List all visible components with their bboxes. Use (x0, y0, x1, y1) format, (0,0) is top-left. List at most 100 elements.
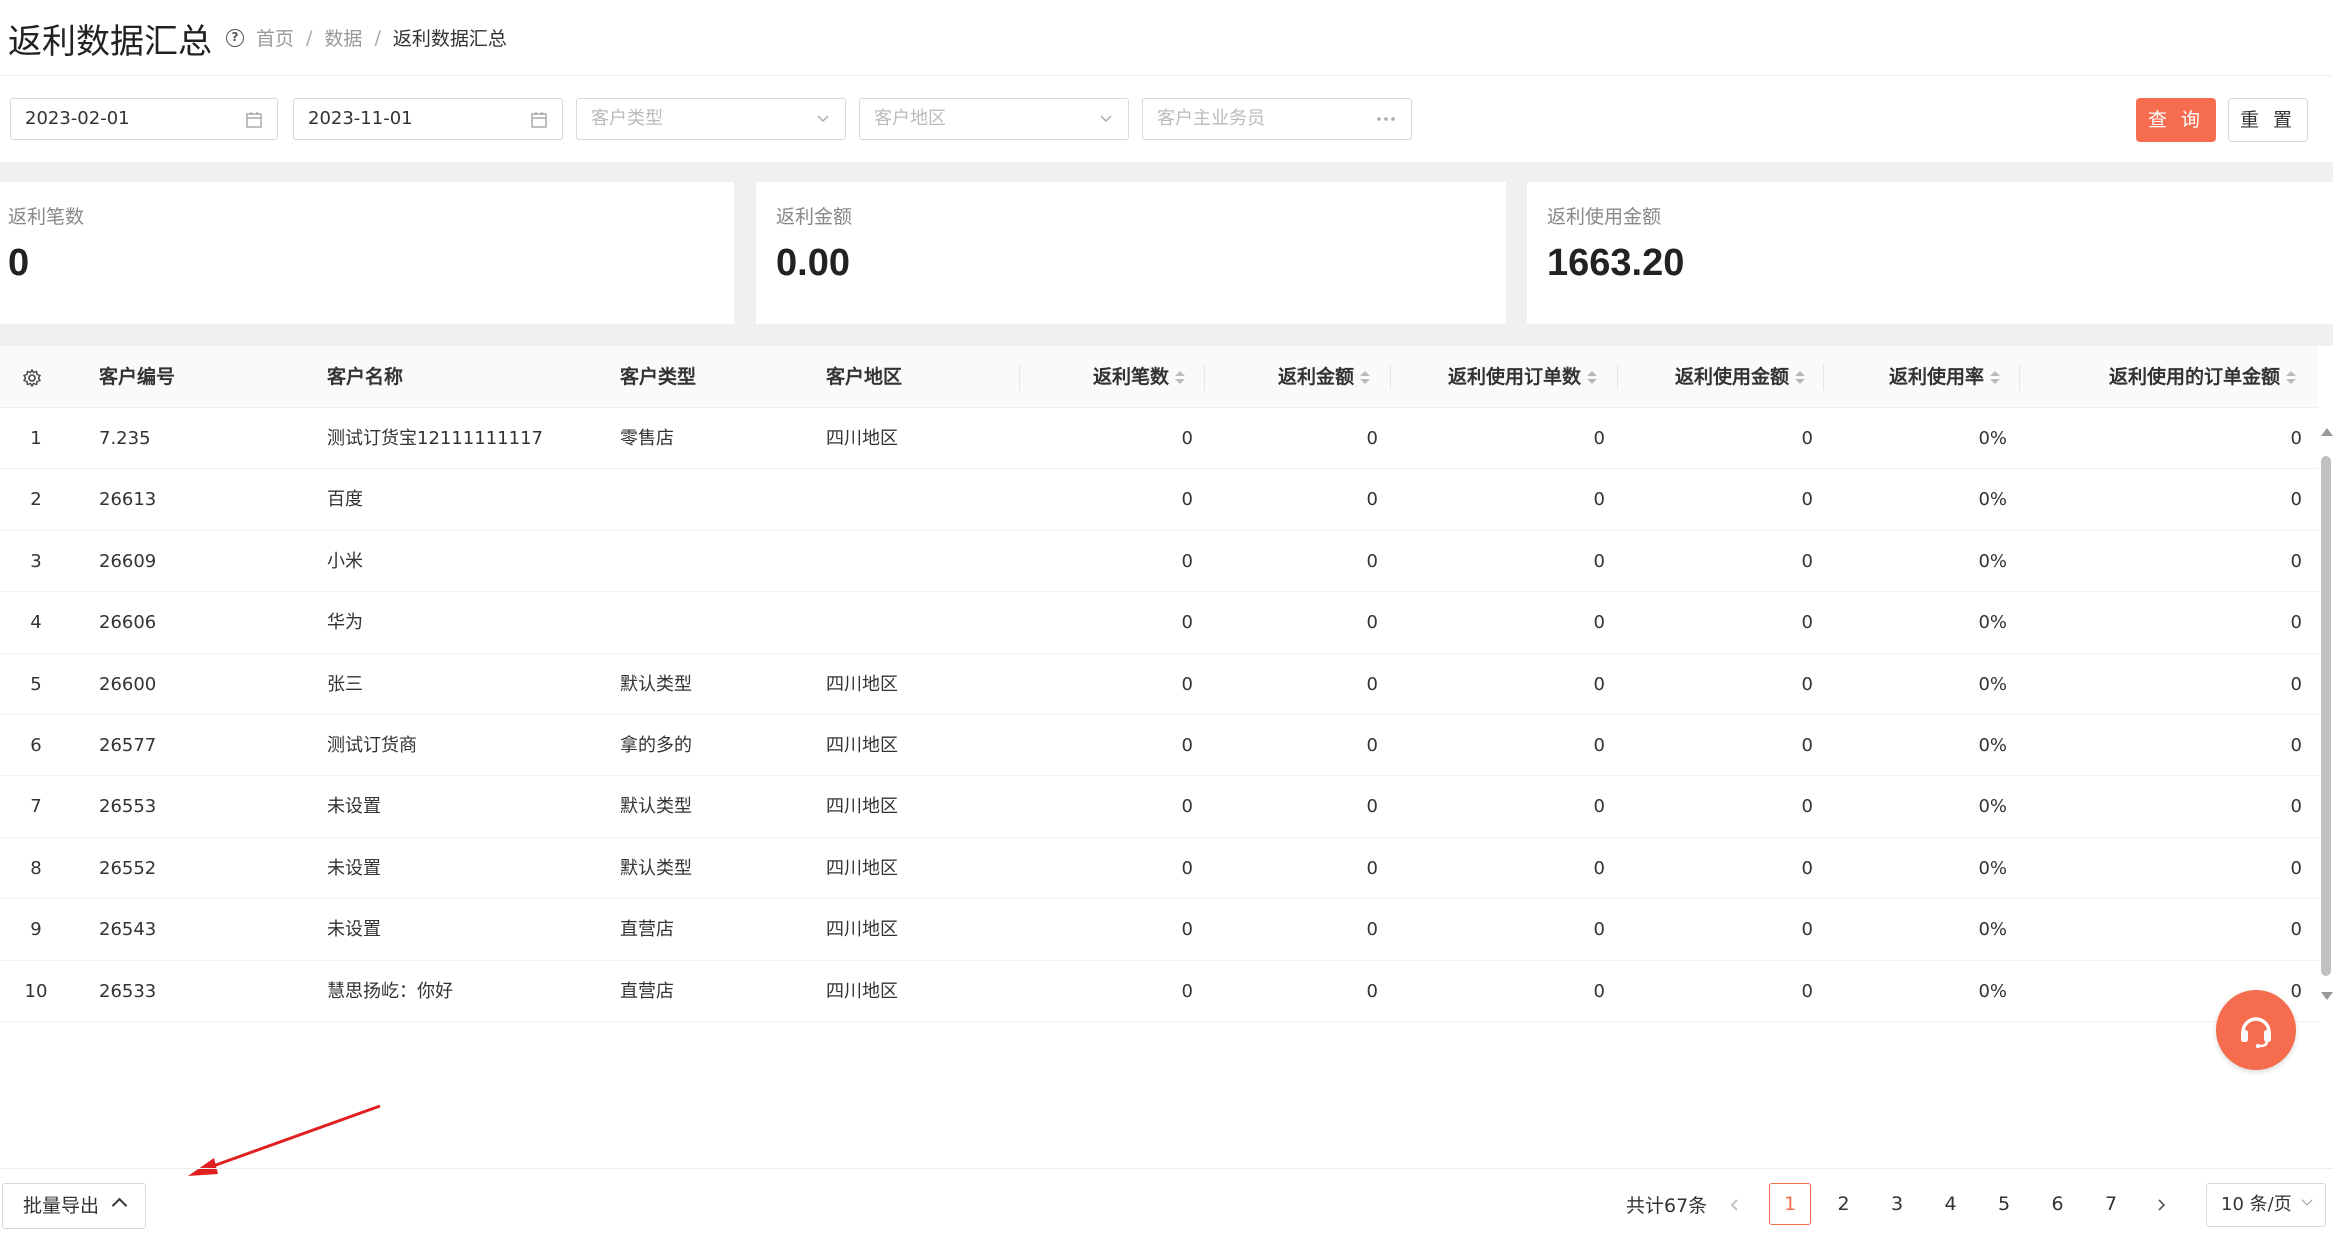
col-rebate-usage-rate-label: 返利使用率 (1888, 366, 1984, 388)
table-row[interactable]: 7 26553 未设置 默认类型 四川地区 0 0 0 0 0% 0 (0, 776, 2318, 838)
customer-support-button[interactable] (2216, 990, 2296, 1070)
start-date-picker[interactable]: 2023-02-01 (10, 98, 278, 140)
customer-type-select[interactable]: 客户类型 (576, 98, 846, 140)
stat-label: 返利金额 (776, 206, 853, 228)
cell-rebate-used-amount: 0 (1801, 489, 1813, 511)
breadcrumb-home[interactable]: 首页 (256, 24, 294, 51)
breadcrumb: ? 首页 / 数据 / 返利数据汇总 (226, 24, 507, 51)
gear-icon[interactable] (22, 368, 42, 388)
cell-customer-type: 默认类型 (620, 796, 692, 818)
col-customer-type: 客户类型 (620, 366, 697, 388)
column-settings[interactable] (22, 346, 42, 408)
table-scrollbar[interactable] (2318, 420, 2333, 1010)
breadcrumb-separator: / (306, 26, 313, 49)
table-header: 客户编号 客户名称 客户类型 客户地区 返利笔数 返利金额 返利使用订单数 返利… (0, 346, 2318, 408)
cell-rebate-order-count: 0 (1593, 857, 1605, 879)
table-row[interactable]: 8 26552 未设置 默认类型 四川地区 0 0 0 0 0% 0 (0, 838, 2318, 900)
sort-icon[interactable] (1175, 370, 1185, 385)
cell-customer-name: 未设置 (327, 919, 381, 941)
table-row[interactable]: 5 26600 张三 默认类型 四川地区 0 0 0 0 0% 0 (0, 654, 2318, 715)
cell-rebate-usage-rate: 0% (1978, 919, 2007, 941)
end-date-picker[interactable]: 2023-11-01 (293, 98, 563, 140)
page-size-value: 10 条/页 (2221, 1194, 2292, 1215)
cell-customer-name: 测试订货商 (327, 734, 417, 756)
help-icon[interactable]: ? (226, 28, 244, 47)
cell-rebate-order-amount: 0 (2290, 919, 2302, 941)
sort-icon[interactable] (1795, 370, 1805, 385)
sort-icon[interactable] (1587, 370, 1597, 385)
sort-icon[interactable] (2286, 370, 2296, 385)
cell-rebate-amount: 0 (1366, 673, 1378, 695)
page-button-5[interactable]: 5 (1983, 1183, 2025, 1225)
cell-customer-no: 26577 (99, 734, 157, 756)
table-row[interactable]: 2 26613 百度 0 0 0 0 0% 0 (0, 469, 2318, 531)
col-customer-no: 客户编号 (99, 366, 176, 388)
sort-icon[interactable] (1990, 370, 2000, 385)
page-button-7[interactable]: 7 (2090, 1183, 2132, 1225)
cell-rebate-order-count: 0 (1593, 489, 1605, 511)
page-size-select[interactable]: 10 条/页 (2206, 1183, 2326, 1227)
cell-index: 4 (30, 612, 42, 634)
scroll-down-arrow[interactable] (2321, 992, 2333, 1000)
cell-customer-type: 直营店 (620, 980, 674, 1002)
table-row[interactable]: 10 26533 慧思扬屹：你好 直营店 四川地区 0 0 0 0 0% 0 (0, 961, 2318, 1022)
scroll-up-arrow[interactable] (2321, 428, 2333, 436)
col-rebate-used-amount-label: 返利使用金额 (1674, 366, 1789, 388)
table-body: 1 7.235 测试订货宝12111111117 零售店 四川地区 0 0 0 0 0% 0 2 266… (0, 408, 2318, 1022)
cell-rebate-usage-rate: 0% (1978, 980, 2007, 1002)
table-row[interactable]: 3 26609 小米 0 0 0 0 0% 0 (0, 531, 2318, 593)
table-row[interactable]: 9 26543 未设置 直营店 四川地区 0 0 0 0 0% 0 (0, 899, 2318, 961)
batch-export-button[interactable]: 批量导出 (2, 1183, 146, 1229)
cell-customer-type: 默认类型 (620, 857, 692, 879)
col-rebate-amount[interactable]: 返利金额 (1205, 346, 1370, 408)
breadcrumb-separator: / (374, 26, 381, 49)
page: 返利数据汇总 ? 首页 / 数据 / 返利数据汇总 2023-02-01 202… (0, 0, 2333, 1239)
cell-rebate-count: 0 (1181, 857, 1193, 879)
cell-rebate-used-amount: 0 (1801, 550, 1813, 572)
cell-rebate-count: 0 (1181, 673, 1193, 695)
cell-customer-region: 四川地区 (826, 796, 898, 818)
customer-region-select[interactable]: 客户地区 (859, 98, 1129, 140)
scroll-thumb[interactable] (2321, 456, 2331, 976)
customer-type-placeholder: 客户类型 (591, 108, 663, 129)
table-row[interactable]: 6 26577 测试订货商 拿的多的 四川地区 0 0 0 0 0% 0 (0, 715, 2318, 777)
page-button-3[interactable]: 3 (1876, 1183, 1918, 1225)
cell-customer-type: 拿的多的 (620, 734, 692, 756)
col-rebate-used-amount[interactable]: 返利使用金额 (1618, 346, 1805, 408)
col-rebate-order-amount[interactable]: 返利使用的订单金额 (2020, 346, 2296, 408)
cell-rebate-amount: 0 (1366, 796, 1378, 818)
col-rebate-order-count[interactable]: 返利使用订单数 (1391, 346, 1597, 408)
table-row[interactable]: 1 7.235 测试订货宝12111111117 零售店 四川地区 0 0 0 0 0% 0 (0, 408, 2318, 470)
end-date-value: 2023-11-01 (308, 108, 413, 129)
cell-index: 10 (24, 980, 48, 1002)
breadcrumb-data[interactable]: 数据 (324, 24, 362, 51)
table-row[interactable]: 4 26606 华为 0 0 0 0 0% 0 (0, 592, 2318, 654)
cell-rebate-amount: 0 (1366, 919, 1378, 941)
page-button-6[interactable]: 6 (2037, 1183, 2079, 1225)
col-rebate-order-amount-label: 返利使用的订单金额 (2108, 366, 2280, 388)
next-page-button[interactable] (2140, 1183, 2182, 1225)
ellipsis-icon (1377, 117, 1395, 121)
col-rebate-count-label: 返利笔数 (1092, 366, 1169, 388)
reset-button[interactable]: 重 置 (2228, 98, 2308, 142)
headset-icon (2241, 1017, 2271, 1049)
prev-page-button[interactable] (1714, 1183, 1756, 1225)
query-button[interactable]: 查 询 (2136, 98, 2216, 142)
chevron-down-icon (817, 115, 829, 123)
sort-icon[interactable] (1360, 370, 1370, 385)
cell-rebate-amount: 0 (1366, 428, 1378, 449)
salesperson-select[interactable]: 客户主业务员 (1142, 98, 1412, 140)
page-button-1[interactable]: 1 (1769, 1183, 1811, 1225)
col-rebate-count[interactable]: 返利笔数 (1020, 346, 1185, 408)
col-rebate-usage-rate[interactable]: 返利使用率 (1824, 346, 2000, 408)
cell-customer-no: 26553 (99, 796, 157, 818)
chevron-right-icon (2158, 1198, 2166, 1211)
page-button-4[interactable]: 4 (1930, 1183, 1972, 1225)
cell-customer-region: 四川地区 (826, 857, 898, 879)
page-button-2[interactable]: 2 (1823, 1183, 1865, 1225)
cell-rebate-amount: 0 (1366, 550, 1378, 572)
cell-index: 6 (30, 734, 42, 756)
filter-bar: 2023-02-01 2023-11-01 客户类型 客户地区 客户主业务员 查… (0, 76, 2333, 162)
total-count: 共计67条 (1626, 1195, 1708, 1217)
cell-rebate-used-amount: 0 (1801, 734, 1813, 756)
